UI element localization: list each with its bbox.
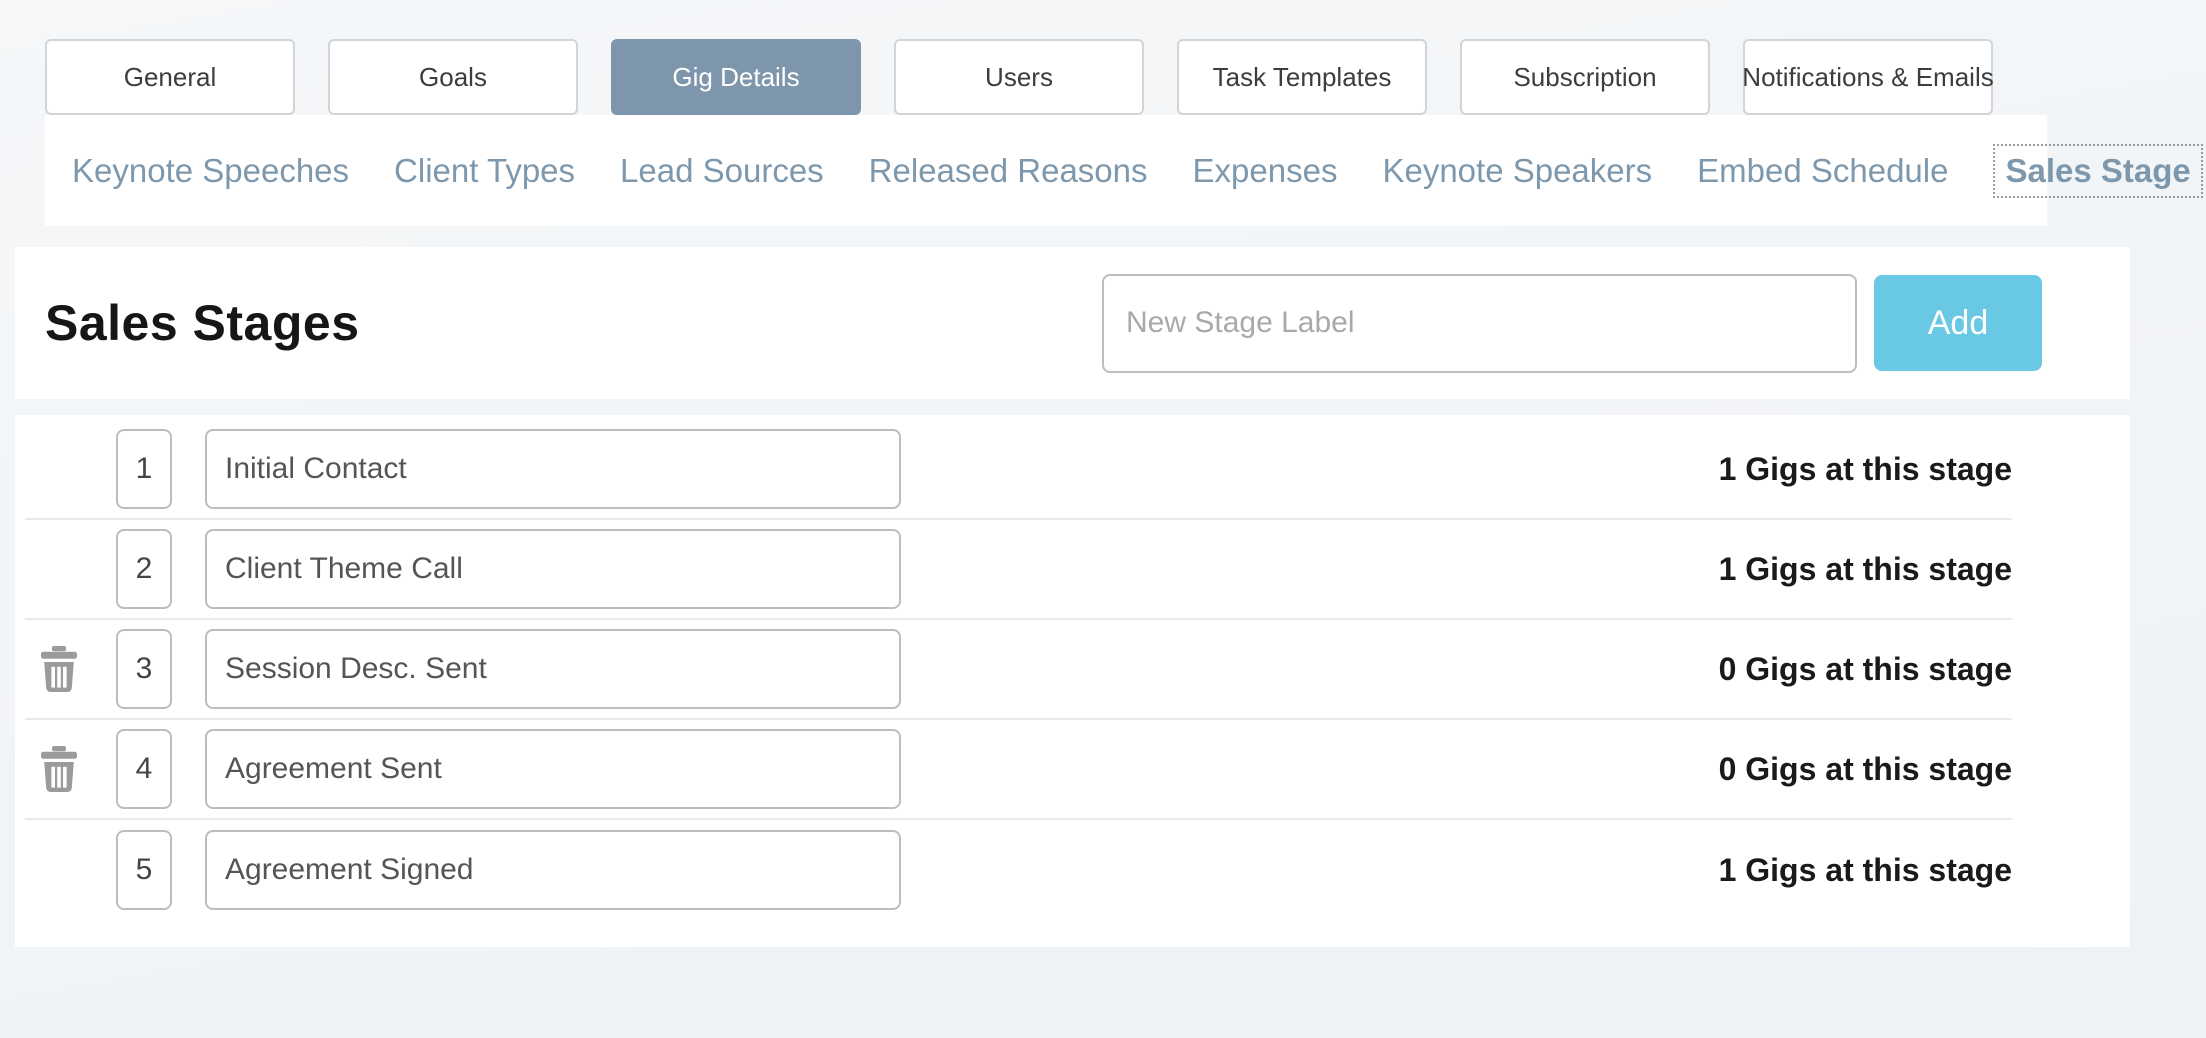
tab-goals[interactable]: Goals bbox=[328, 39, 578, 115]
stage-order-input[interactable] bbox=[116, 529, 172, 609]
page-title: Sales Stages bbox=[45, 295, 360, 351]
stage-label-input[interactable] bbox=[205, 729, 901, 809]
trash-icon bbox=[41, 746, 77, 792]
stage-row-5: 1 Gigs at this stage bbox=[25, 820, 2012, 920]
subnav-embed-schedule[interactable]: Embed Schedule bbox=[1697, 152, 1948, 190]
stage-label-input[interactable] bbox=[205, 529, 901, 609]
gigs-at-stage-label: 1 Gigs at this stage bbox=[1718, 450, 2012, 487]
gigs-at-stage-label: 0 Gigs at this stage bbox=[1718, 750, 2012, 787]
gigs-at-stage-label: 0 Gigs at this stage bbox=[1718, 650, 2012, 687]
delete-stage-button[interactable] bbox=[37, 644, 81, 694]
tab-general[interactable]: General bbox=[45, 39, 295, 115]
delete-stage-button[interactable] bbox=[37, 744, 81, 794]
gigs-at-stage-label: 1 Gigs at this stage bbox=[1718, 550, 2012, 587]
stage-label-input[interactable] bbox=[205, 429, 901, 509]
subnav-released-reasons[interactable]: Released Reasons bbox=[869, 152, 1148, 190]
main-tabs: General Goals Gig Details Users Task Tem… bbox=[0, 0, 2206, 115]
tab-notifications-emails[interactable]: Notifications & Emails bbox=[1742, 39, 1994, 115]
trash-slot bbox=[25, 744, 116, 794]
trash-icon bbox=[41, 646, 77, 692]
subnav-keynote-speeches[interactable]: Keynote Speeches bbox=[72, 152, 349, 190]
sales-stages-header: Sales Stages Add bbox=[15, 247, 2130, 399]
gig-details-subnav: Keynote Speeches Client Types Lead Sourc… bbox=[45, 115, 2203, 226]
stage-row-1: 1 Gigs at this stage bbox=[25, 420, 2012, 520]
settings-page: General Goals Gig Details Users Task Tem… bbox=[0, 0, 2206, 1038]
gigs-at-stage-label: 1 Gigs at this stage bbox=[1718, 851, 2012, 888]
stages-list: 1 Gigs at this stage 1 Gigs at this stag… bbox=[15, 415, 2130, 947]
add-button[interactable]: Add bbox=[1874, 275, 2042, 371]
stage-row-4: 0 Gigs at this stage bbox=[25, 720, 2012, 820]
subnav-client-types[interactable]: Client Types bbox=[394, 152, 575, 190]
tab-task-templates[interactable]: Task Templates bbox=[1177, 39, 1427, 115]
tab-subscription[interactable]: Subscription bbox=[1460, 39, 1710, 115]
stage-order-input[interactable] bbox=[116, 429, 172, 509]
stage-order-input[interactable] bbox=[116, 629, 172, 709]
new-stage-input[interactable] bbox=[1102, 273, 1857, 373]
stage-order-input[interactable] bbox=[116, 830, 172, 910]
subnav-keynote-speakers[interactable]: Keynote Speakers bbox=[1382, 152, 1652, 190]
subnav-lead-sources[interactable]: Lead Sources bbox=[620, 152, 824, 190]
subnav-expenses[interactable]: Expenses bbox=[1193, 152, 1338, 190]
stage-label-input[interactable] bbox=[205, 629, 901, 709]
tab-users[interactable]: Users bbox=[894, 39, 1144, 115]
stage-row-3: 0 Gigs at this stage bbox=[25, 620, 2012, 720]
tab-gig-details[interactable]: Gig Details bbox=[611, 39, 861, 115]
stage-label-input[interactable] bbox=[205, 830, 901, 910]
subnav-sales-stage[interactable]: Sales Stage bbox=[1993, 143, 2203, 198]
trash-slot bbox=[25, 644, 116, 694]
stage-order-input[interactable] bbox=[116, 729, 172, 809]
stage-row-2: 1 Gigs at this stage bbox=[25, 520, 2012, 620]
